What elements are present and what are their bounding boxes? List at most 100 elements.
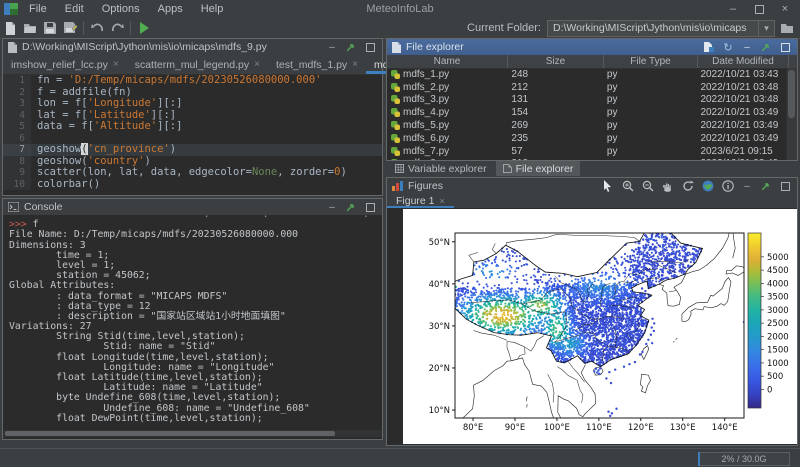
line-number: 7 [3, 144, 31, 156]
console-horizontal-scrollbar[interactable] [3, 430, 382, 437]
open-file-icon[interactable] [20, 19, 40, 37]
editor-maximize-icon[interactable] [363, 41, 377, 53]
editor-minimize-icon[interactable]: – [325, 41, 339, 53]
table-row[interactable]: mdfs_7.py57py2023/6/21 09:15 [387, 145, 787, 158]
file-explorer-maximize-icon[interactable] [778, 41, 792, 53]
menu-file[interactable]: File [20, 3, 56, 15]
column-header-file-type[interactable]: File Type [604, 55, 698, 68]
editor-float-icon[interactable] [344, 41, 358, 53]
python-file-icon [391, 147, 400, 156]
file-name-cell: mdfs_8.py [387, 158, 507, 160]
run-script-icon[interactable] [134, 19, 154, 37]
console-output[interactable]: ―― ――― ―― ―――――――― ―――― ―――― ――― :――――――… [3, 215, 382, 427]
table-row[interactable]: mdfs_8.py218py2022/10/21 03:49 [387, 158, 787, 160]
close-tab-icon[interactable]: × [113, 59, 119, 70]
redo-icon[interactable] [107, 19, 127, 37]
pointer-icon[interactable] [600, 179, 615, 193]
file-type-cell: py [603, 133, 697, 144]
figures-float-icon[interactable] [759, 180, 773, 192]
dock-tab-file-explorer[interactable]: File explorer [496, 161, 581, 176]
current-folder-value: D:\Working\MIScript\Jython\mis\io\micaps [548, 22, 758, 34]
editor-tab-test_mdfs_1.py[interactable]: test_mdfs_1.py× [268, 55, 366, 74]
code-editor[interactable]: 1fn = 'D:/Temp/micaps/mdfs/2023052608000… [3, 75, 382, 195]
figures-panel: Figures – Figure 1× [386, 177, 798, 446]
file-table-vertical-scrollbar[interactable] [786, 68, 797, 160]
file-type-cell: py [603, 82, 697, 93]
figures-titlebar: Figures – [387, 178, 797, 194]
file-name-cell: mdfs_7.py [387, 146, 507, 157]
window-maximize-button[interactable] [746, 2, 772, 16]
current-folder-combobox[interactable]: D:\Working\MIScript\Jython\mis\io\micaps… [547, 20, 775, 37]
table-row[interactable]: mdfs_1.py248py2022/10/21 03:43 [387, 68, 787, 81]
line-number: 2 [3, 87, 31, 99]
refresh-icon[interactable]: ↻ [721, 41, 735, 53]
column-header-date-modified[interactable]: Date Modified [698, 55, 789, 68]
table-row[interactable]: mdfs_6.py235py2022/10/21 03:49 [387, 132, 787, 145]
file-explorer-float-icon[interactable] [759, 41, 773, 53]
save-as-icon[interactable] [60, 19, 80, 37]
console-maximize-icon[interactable] [363, 201, 377, 213]
console-panel: Console – ―― ――― ―― ―――――――― ―――― ―――― ―… [2, 198, 383, 440]
editor-tab-imshow_relief_lcc.py[interactable]: imshow_relief_lcc.py× [3, 55, 127, 74]
china-altitude-scatter-map[interactable] [403, 209, 797, 444]
table-row[interactable]: mdfs_4.py154py2022/10/21 03:49 [387, 106, 787, 119]
scrollbar-thumb[interactable] [788, 70, 795, 118]
file-explorer-titlebar: File explorer ↻ – [387, 39, 797, 55]
figure-tab-figure-1[interactable]: Figure 1× [387, 194, 454, 208]
pan-hand-icon[interactable] [660, 179, 675, 193]
table-row[interactable]: mdfs_3.py131py2022/10/21 03:48 [387, 94, 787, 107]
date-modified-cell: 2022/10/21 03:48 [696, 82, 787, 93]
window-minimize-button[interactable]: – [720, 2, 746, 16]
file-name-cell: mdfs_3.py [387, 94, 507, 105]
menu-apps[interactable]: Apps [149, 3, 192, 15]
table-row[interactable]: mdfs_2.py212py2022/10/21 03:48 [387, 81, 787, 94]
undo-icon[interactable] [87, 19, 107, 37]
python-file-icon [391, 70, 400, 79]
new-file-icon[interactable] [0, 19, 20, 37]
new-file-small-icon[interactable] [702, 41, 716, 53]
meteoinfolab-window: { "app": {"title": "MeteoInfoLab"}, "men… [0, 0, 800, 466]
file-size-cell: 235 [507, 133, 603, 144]
zoom-out-icon[interactable] [640, 179, 655, 193]
line-number: 6 [3, 133, 31, 145]
figures-minimize-icon[interactable]: – [740, 180, 754, 192]
close-tab-icon[interactable]: × [254, 59, 260, 70]
table-row[interactable]: mdfs_5.py269py2022/10/21 03:49 [387, 119, 787, 132]
file-size-cell: 248 [507, 69, 603, 80]
close-tab-icon[interactable]: × [440, 196, 445, 206]
menu-options[interactable]: Options [93, 3, 149, 15]
editor-tab-scatterm_mul_legend.py[interactable]: scatterm_mul_legend.py× [127, 55, 268, 74]
file-explorer-minimize-icon[interactable]: – [740, 41, 754, 53]
dock-tab-variable-explorer[interactable]: Variable explorer [388, 161, 494, 176]
window-close-button[interactable]: × [772, 2, 798, 16]
date-modified-cell: 2023/6/21 09:15 [696, 146, 787, 157]
dock-tab-bar: Variable explorerFile explorer [386, 161, 798, 176]
file-table[interactable]: mdfs_1.py248py2022/10/21 03:43mdfs_2.py2… [387, 68, 787, 160]
grid-icon [395, 164, 404, 173]
memory-indicator[interactable]: 2% / 30.0G [698, 452, 790, 466]
column-header-size[interactable]: Size [508, 55, 604, 68]
menu-help[interactable]: Help [192, 3, 233, 15]
menu-edit[interactable]: Edit [56, 3, 93, 15]
figures-maximize-icon[interactable] [778, 180, 792, 192]
browse-folder-icon[interactable] [781, 23, 794, 34]
console-titlebar: Console – [3, 199, 382, 215]
save-icon[interactable] [40, 19, 60, 37]
console-minimize-icon[interactable]: – [325, 201, 339, 213]
line-number: 9 [3, 167, 31, 179]
rotate-icon[interactable] [680, 179, 695, 193]
line-number: 10 [3, 179, 31, 191]
column-header-name[interactable]: Name [387, 55, 508, 68]
memory-usage-text: 2% / 30.0G [721, 454, 766, 464]
figure-canvas-area[interactable] [403, 209, 797, 444]
chevron-down-icon[interactable]: ▾ [758, 21, 774, 36]
console-title: Console [24, 201, 63, 213]
scrollbar-thumb[interactable] [5, 431, 335, 436]
info-icon[interactable] [720, 179, 735, 193]
globe-icon[interactable] [700, 179, 715, 193]
zoom-in-icon[interactable] [620, 179, 635, 193]
close-tab-icon[interactable]: × [352, 59, 358, 70]
file-table-header[interactable]: NameSizeFile TypeDate Modified [387, 55, 797, 69]
console-float-icon[interactable] [344, 201, 358, 213]
file-size-cell: 218 [507, 158, 603, 160]
